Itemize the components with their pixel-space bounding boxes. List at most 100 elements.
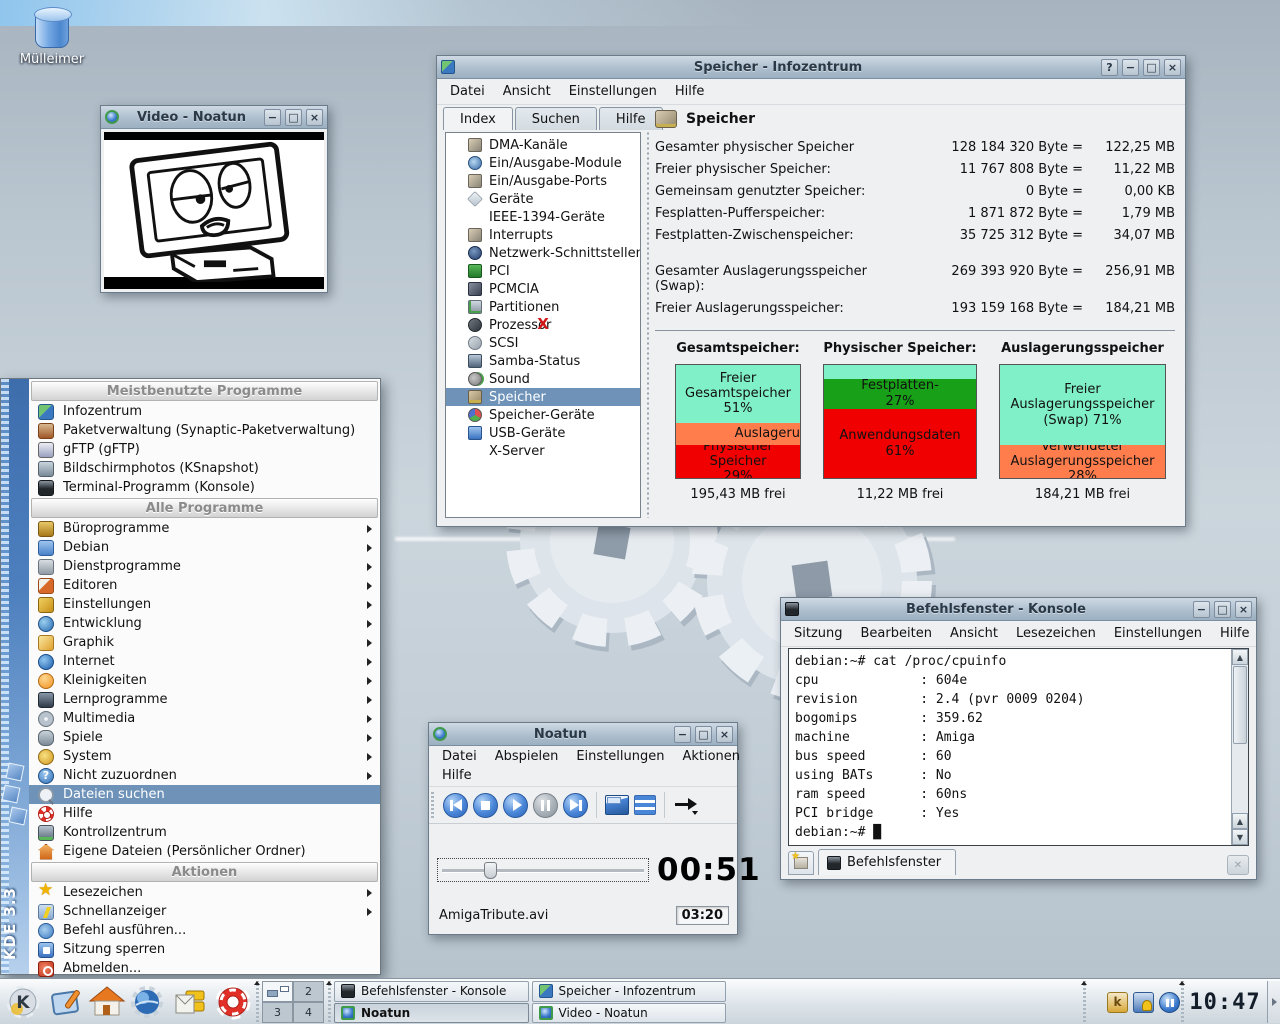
new-session-button[interactable] — [788, 851, 814, 875]
notify-icon[interactable]: ✕ — [1227, 855, 1249, 875]
panel-handle[interactable] — [254, 981, 261, 1023]
menu-item[interactable]: Datei — [433, 747, 486, 766]
kmenu-item[interactable]: Editoren — [29, 576, 380, 595]
kmenu-item[interactable]: Bildschirmphotos (KSnapshot) — [29, 459, 380, 478]
terminal-output[interactable]: debian:~# cat /proc/cpuinfo cpu : 604e r… — [789, 649, 1231, 845]
module-list-item[interactable]: X-Server — [446, 442, 640, 460]
tab-suchen[interactable]: Suchen — [515, 107, 597, 130]
klipper-icon[interactable] — [1107, 992, 1128, 1013]
digital-clock[interactable]: 10:47 — [1188, 981, 1262, 1023]
pager-desktop-4[interactable]: 4 — [293, 1002, 324, 1023]
kmenu-item[interactable]: Befehl ausführen... — [29, 921, 380, 940]
play-button[interactable] — [503, 793, 528, 818]
trash-desktop-icon[interactable]: Mülleimer — [12, 6, 92, 67]
splitter-handle[interactable] — [645, 132, 650, 518]
session-tab[interactable]: Befehlsfenster — [818, 849, 956, 875]
stop-button[interactable] — [473, 793, 498, 818]
close-button[interactable]: × — [1235, 601, 1252, 618]
slider-handle[interactable] — [484, 862, 497, 879]
kmenu-item[interactable]: Graphik — [29, 633, 380, 652]
pager-desktop-3[interactable]: 3 — [262, 1002, 293, 1023]
kmenu-item[interactable]: Kleinigkeiten — [29, 671, 380, 690]
minimize-button[interactable]: − — [1193, 601, 1210, 618]
kmenu-item[interactable]: Kontrollzentrum — [29, 823, 380, 842]
kmenu-item[interactable]: Terminal-Programm (Konsole) — [29, 478, 380, 497]
toolbar-handle[interactable] — [431, 792, 438, 818]
kmenu-item[interactable]: Spiele — [29, 728, 380, 747]
tab-index[interactable]: Index — [443, 107, 513, 130]
scrollbar[interactable]: ▲ ▲ ▼ — [1231, 649, 1248, 845]
task-button[interactable]: Video - Noatun — [532, 1003, 727, 1024]
kmenu-item[interactable]: Debian — [29, 538, 380, 557]
help-button[interactable]: ? — [1101, 59, 1118, 76]
pager-desktop-1[interactable] — [262, 981, 293, 1002]
menu-item[interactable]: Ansicht — [941, 623, 1007, 644]
minimize-button[interactable]: − — [264, 109, 281, 126]
scroll-up2-icon[interactable]: ▲ — [1232, 813, 1248, 829]
maximize-button[interactable]: □ — [695, 726, 712, 743]
task-button[interactable]: Noatun — [334, 1003, 529, 1024]
minimize-button[interactable]: − — [674, 726, 691, 743]
menu-item[interactable]: Hilfe — [666, 81, 714, 102]
kmenu-item[interactable]: Infozentrum — [29, 402, 380, 421]
kmenu-item[interactable]: Dienstprogramme — [29, 557, 380, 576]
menu-item[interactable]: Lesezeichen — [1007, 623, 1105, 644]
maximize-button[interactable]: □ — [1143, 59, 1160, 76]
konsole-titlebar[interactable]: Befehlsfenster - Konsole − □ × — [781, 598, 1256, 621]
home-icon[interactable] — [88, 983, 126, 1021]
kmenu-item[interactable]: Schnellanzeiger — [29, 902, 380, 921]
scroll-up-icon[interactable]: ▲ — [1232, 649, 1248, 665]
web-browser-icon[interactable] — [128, 983, 166, 1021]
pause-button[interactable] — [533, 793, 558, 818]
task-button[interactable]: Befehlsfenster - Konsole — [334, 981, 529, 1002]
kmenu-item[interactable]: Abmelden... — [29, 959, 380, 978]
menu-item[interactable]: Hilfe — [1211, 623, 1259, 644]
effects-arrow-icon[interactable] — [673, 795, 699, 815]
kmenu-item[interactable]: Lernprogramme — [29, 690, 380, 709]
noatun-tray-icon[interactable] — [1159, 992, 1180, 1013]
kmenu-item[interactable]: Internet — [29, 652, 380, 671]
kmenu-item[interactable]: Büroprogramme — [29, 519, 380, 538]
kmenu-item[interactable]: Hilfe — [29, 804, 380, 823]
k-menu-button[interactable]: K — [2, 981, 44, 1023]
maximize-button[interactable]: □ — [1214, 601, 1231, 618]
kmenu-item[interactable]: Paketverwaltung (Synaptic-Paketverwaltun… — [29, 421, 380, 440]
mail-icon[interactable] — [172, 983, 210, 1021]
menu-item[interactable]: Abspielen — [486, 747, 568, 766]
kmenu-item[interactable]: Nicht zuzuordnen — [29, 766, 380, 785]
kmenu-item[interactable]: Entwicklung — [29, 614, 380, 633]
menu-item[interactable]: Bearbeiten — [852, 623, 941, 644]
scroll-down-icon[interactable]: ▼ — [1232, 829, 1248, 845]
close-button[interactable]: × — [1164, 59, 1181, 76]
noatun-titlebar[interactable]: Noatun − □ × — [429, 723, 737, 746]
menu-item[interactable]: Einstellungen — [1105, 623, 1211, 644]
seek-slider[interactable] — [437, 858, 649, 882]
previous-button[interactable] — [443, 793, 468, 818]
pager-desktop-2[interactable]: 2 — [293, 981, 324, 1002]
scroll-thumb[interactable] — [1233, 666, 1247, 744]
menu-item[interactable]: Hilfe — [433, 766, 481, 785]
organizer-alarm-icon[interactable] — [1133, 992, 1154, 1013]
kmenu-item[interactable]: gFTP (gFTP) — [29, 440, 380, 459]
playlist-icon[interactable] — [634, 795, 656, 815]
menu-item[interactable]: Einstellungen — [567, 747, 673, 766]
panel-handle[interactable] — [1179, 981, 1186, 1023]
help-lifebuoy-icon[interactable] — [214, 983, 252, 1021]
next-button[interactable] — [563, 793, 588, 818]
kmenu-item[interactable]: Lesezeichen — [29, 883, 380, 902]
close-button[interactable]: × — [716, 726, 733, 743]
menu-item[interactable]: Einstellungen — [560, 81, 666, 102]
task-button[interactable]: Speicher - Infozentrum — [532, 981, 727, 1002]
kmenu-item[interactable]: Eigene Dateien (Persönlicher Ordner) — [29, 842, 380, 861]
kmenu-item[interactable]: Sitzung sperren — [29, 940, 380, 959]
menu-item[interactable]: Datei — [441, 81, 494, 102]
video-titlebar[interactable]: Video - Noatun − □ × — [101, 106, 327, 129]
kmenu-item[interactable]: System — [29, 747, 380, 766]
panel-handle[interactable] — [1081, 981, 1088, 1023]
show-desktop-icon[interactable] — [48, 983, 86, 1021]
minimize-button[interactable]: − — [1122, 59, 1139, 76]
panel-handle[interactable] — [326, 981, 333, 1023]
panel-hide-button[interactable] — [1267, 981, 1280, 1023]
menu-item[interactable]: Ansicht — [494, 81, 560, 102]
kmenu-item[interactable]: Dateien suchen — [29, 785, 380, 804]
